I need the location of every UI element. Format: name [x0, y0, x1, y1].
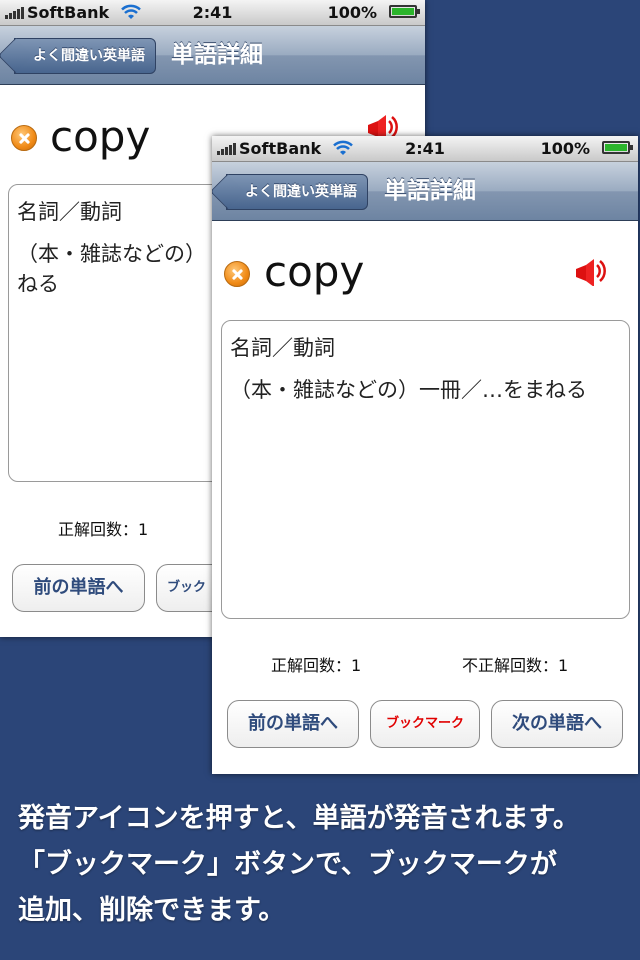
battery-percent: 100%: [540, 139, 590, 158]
page-title: 単語詳細: [171, 42, 263, 68]
caption-line-1: 発音アイコンを押すと、単語が発音されます。: [18, 803, 580, 834]
promo-caption: 発音アイコンを押すと、単語が発音されます。 「ブックマーク」ボタンで、ブックマー…: [18, 796, 630, 934]
battery-icon: [389, 5, 420, 18]
delete-icon[interactable]: [11, 125, 37, 151]
prev-word-button[interactable]: 前の単語へ: [227, 700, 359, 748]
status-bar: SoftBank 2:41 100%: [212, 136, 638, 162]
word-label: copy: [264, 247, 365, 296]
delete-icon[interactable]: [224, 261, 250, 287]
status-bar: SoftBank 2:41 100%: [0, 0, 425, 26]
speaker-icon[interactable]: [574, 256, 608, 286]
foreground-screenshot: SoftBank 2:41 100% よく間違い英単語 単語詳細 copy 名詞…: [212, 136, 638, 774]
battery-icon: [602, 141, 633, 154]
page-title: 単語詳細: [384, 178, 476, 204]
bookmark-button[interactable]: ブックマーク: [370, 700, 480, 748]
navigation-bar: よく間違い英単語 単語詳細: [0, 26, 425, 85]
back-button[interactable]: よく間違い英単語: [226, 174, 368, 210]
caption-line-2: 「ブックマーク」ボタンで、ブックマークが: [18, 849, 557, 880]
prev-word-button[interactable]: 前の単語へ: [12, 564, 145, 612]
incorrect-count: 不正解回数：1: [462, 656, 569, 675]
meaning-box: 名詞／動詞 （本・雑誌などの）一冊／…をまねる: [221, 320, 630, 619]
correct-count: 正解回数：1: [58, 520, 149, 539]
correct-count: 正解回数：1: [271, 656, 362, 675]
back-button[interactable]: よく間違い英単語: [14, 38, 156, 74]
part-of-speech: 名詞／動詞: [230, 336, 335, 360]
definition: （本・雑誌などの）一冊／…をまねる: [230, 378, 587, 402]
caption-line-3: 追加、削除できます。: [18, 895, 286, 926]
next-word-button[interactable]: 次の単語へ: [491, 700, 623, 748]
navigation-bar: よく間違い英単語 単語詳細: [212, 162, 638, 221]
word-label: copy: [50, 112, 151, 161]
battery-percent: 100%: [327, 3, 377, 22]
